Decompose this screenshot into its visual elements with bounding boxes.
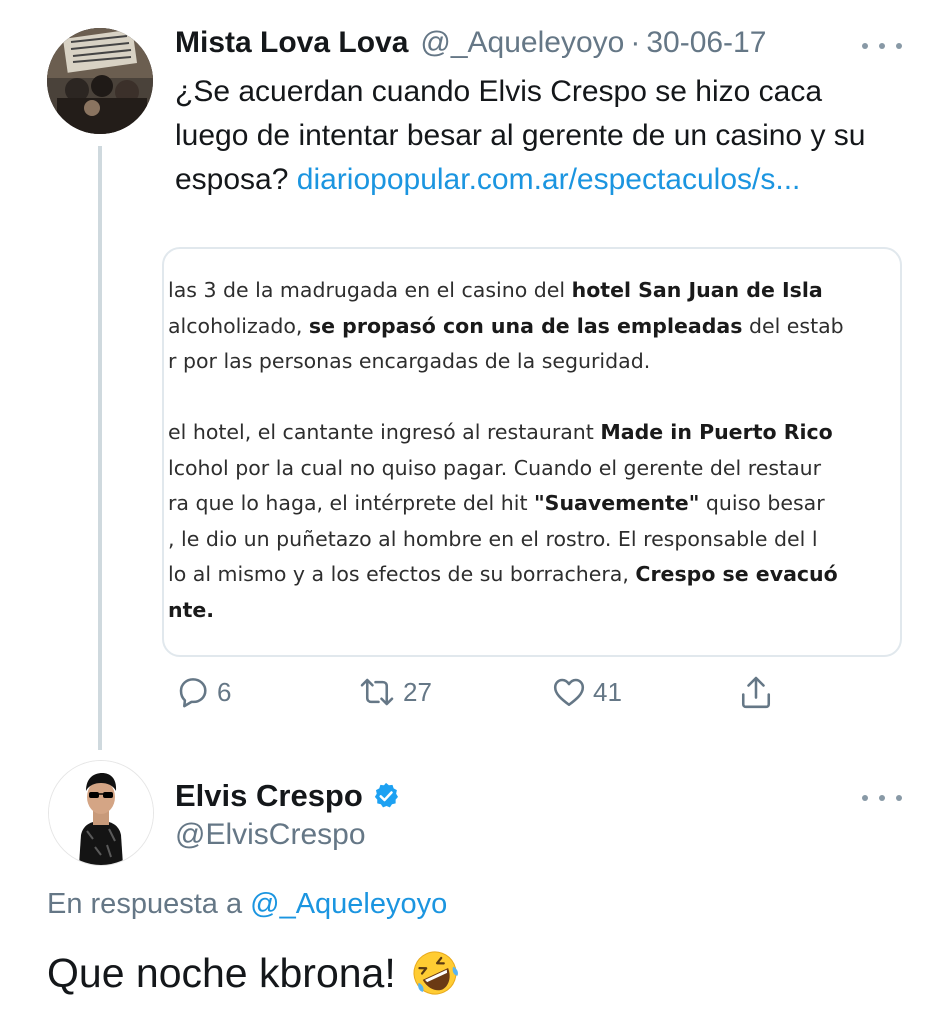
retweet-icon [360,678,394,706]
tweet1-handle[interactable]: @_Aqueleyoyo [420,26,624,60]
verified-badge-icon [374,782,398,808]
tweet1-display-name[interactable]: Mista Lova Lova [175,26,408,60]
card-line: lo al mismo y a los efectos de su borrac… [168,562,636,586]
retweet-count: 27 [403,676,432,707]
share-button[interactable] [738,674,774,712]
rolling-laughing-emoji [413,951,458,995]
reply-prefix: En respuesta a [47,888,251,920]
share-icon [741,676,771,709]
card-line: lcohol por la cual no quiso pagar. Cuand… [168,455,822,480]
card-bold: hotel San Juan de Isla [571,278,823,302]
card-line: ra que lo haga, el intérprete del hit [168,491,534,515]
reply-to-handle-link[interactable]: @_Aqueleyoyo [250,888,447,920]
like-button[interactable]: 41 [551,674,622,710]
card-bold: se propasó con una de las empleadas [308,313,743,338]
tweet1-separator: · [630,26,641,59]
tweet2-more-icon[interactable] [862,788,902,808]
tweet2-text-row: Que noche kbrona! [47,948,460,998]
tweet2-handle[interactable]: @ElvisCrespo [175,818,366,852]
thread-connector-line [98,146,102,750]
tweet2-name-row: Elvis Crespo [175,778,401,814]
reply-button[interactable]: 6 [175,674,231,710]
card-line: del estab [742,313,844,338]
card-bold: Crespo se evacuó [635,562,838,586]
tweet1-text: ¿Se acuerdan cuando Elvis Crespo se hizo… [175,70,895,202]
retweet-button[interactable]: 27 [357,674,432,710]
like-count: 41 [593,676,622,707]
card-bold: nte. [168,597,215,622]
card-line: alcoholizado, [168,313,309,338]
tweet1-header: Mista Lova Lova @_Aqueleyoyo · 30-06-17 [175,26,766,66]
tweet1-link[interactable]: diariopopular.com.ar/espectaculos/s... [297,163,801,196]
card-line: r por las personas encargadas de la segu… [168,349,651,373]
tweet2-display-name[interactable]: Elvis Crespo [175,778,363,814]
avatar-mista-lova-lova[interactable] [47,28,153,134]
card-bold: "Suavemente" [534,491,700,515]
card-line: el hotel, el cantante ingresó al restaur… [168,420,601,444]
card-line: quiso besar [699,491,825,515]
reply-context: En respuesta a @_Aqueleyoyo [47,888,447,921]
tweet2-body: Que noche kbrona! [47,949,396,996]
reply-icon [179,678,207,708]
tweet1-more-icon[interactable] [862,36,902,56]
card-line: , le dio un puñetazo al hombre en el ros… [168,526,818,551]
card-line: las 3 de la madrugada en el casino del [168,278,572,302]
tweet1-image-card[interactable]: las 3 de la madrugada en el casino del h… [162,247,902,657]
card-bold: Made in Puerto Rico [600,420,833,444]
avatar-elvis-crespo[interactable] [48,760,154,866]
like-icon [553,678,585,707]
tweet1-date[interactable]: 30-06-17 [646,26,766,60]
reply-count: 6 [217,676,232,707]
article-screenshot: las 3 de la madrugada en el casino del h… [168,273,900,628]
